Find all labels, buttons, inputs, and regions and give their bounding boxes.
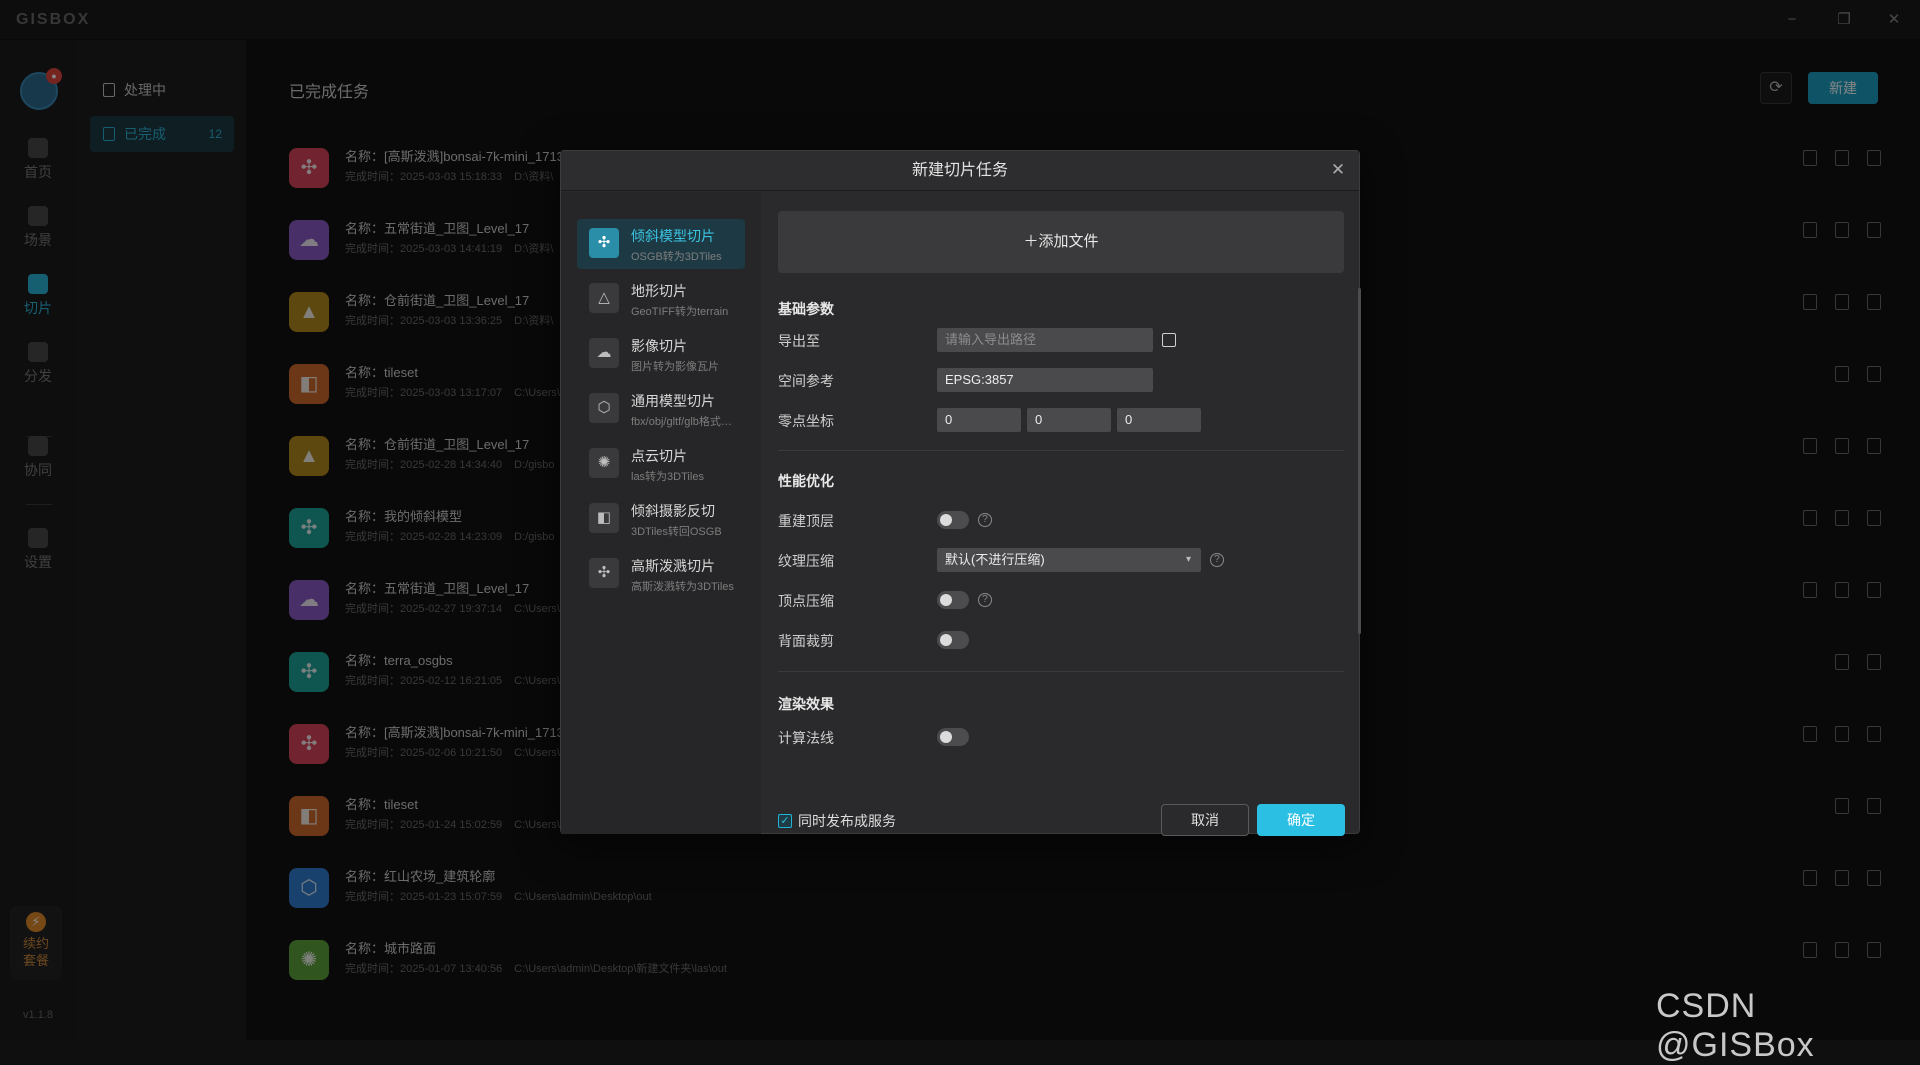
slice-type-desc: 3DTiles转回OSGB (631, 526, 722, 538)
section-render-title: 渲染效果 (778, 696, 834, 712)
dialog-form: ＋添加文件 基础参数 导出至 请输入导出路径 空间参考 EPSG:3857 零点… (761, 192, 1361, 836)
normals-toggle[interactable] (937, 728, 969, 746)
publish-checkbox[interactable]: ✓ (778, 814, 792, 828)
slice-type-name: 地形切片 (631, 283, 687, 299)
slice-type-desc: fbx/obj/gltf/glb格式转为3DTiles (631, 416, 741, 428)
origin-y-input[interactable]: 0 (1027, 408, 1111, 432)
slice-type-name: 影像切片 (631, 338, 687, 354)
srs-label: 空间参考 (778, 373, 834, 389)
origin-z-input[interactable]: 0 (1117, 408, 1201, 432)
section-divider (778, 450, 1344, 451)
help-icon[interactable]: ? (978, 513, 992, 527)
slice-type-desc: las转为3DTiles (631, 471, 704, 483)
slice-type-desc: OSGB转为3DTiles (631, 251, 722, 263)
close-icon[interactable]: ✕ (1327, 159, 1349, 181)
slice-type-item[interactable]: ✣ 倾斜模型切片 OSGB转为3DTiles (577, 219, 745, 269)
backface-label: 背面裁剪 (778, 633, 834, 649)
normals-label: 计算法线 (778, 730, 834, 746)
vertex-label: 顶点压缩 (778, 593, 834, 609)
slice-type-item[interactable]: ✣ 高斯泼溅切片高斯泼溅转为3DTiles (577, 549, 745, 599)
slice-type-icon: ✣ (589, 558, 619, 588)
help-icon[interactable]: ? (1210, 553, 1224, 567)
form-scrollbar[interactable] (1358, 288, 1361, 634)
dialog-title-text: 新建切片任务 (911, 162, 1008, 179)
vertex-toggle[interactable] (937, 591, 969, 609)
add-file-button[interactable]: ＋添加文件 (778, 211, 1344, 273)
export-path-input[interactable]: 请输入导出路径 (937, 328, 1153, 352)
slice-type-icon: ✺ (589, 448, 619, 478)
texture-label: 纹理压缩 (778, 553, 834, 569)
dialog-title: 新建切片任务 ✕ (561, 151, 1359, 191)
srs-input[interactable]: EPSG:3857 (937, 368, 1153, 392)
slice-type-icon: ✣ (589, 228, 619, 258)
slice-type-name: 倾斜摄影反切 (631, 503, 715, 519)
slice-type-item[interactable]: ✺ 点云切片 las转为3DTiles (577, 439, 745, 489)
slice-type-item[interactable]: ⬡ 通用模型切片 fbx/obj/gltf/glb格式转为3DTiles (577, 384, 745, 434)
slice-type-item[interactable]: ◧ 倾斜摄影反切 3DTiles转回OSGB (577, 494, 745, 544)
folder-icon[interactable] (1162, 333, 1176, 347)
slice-type-name: 倾斜模型切片 (631, 228, 715, 244)
rebuild-label: 重建顶层 (778, 513, 834, 529)
slice-type-list: ✣ 倾斜模型切片 OSGB转为3DTiles △ 地形切片 GeoTIFF转为terrai… (561, 192, 761, 834)
slice-type-desc: 图片转为影像瓦片 (631, 361, 719, 373)
app-window: GISBOX − ❐ ✕ ● 首页 场景 切片 分发 协同 设置 ⚡ 续约 套餐… (0, 0, 1920, 1064)
slice-type-name: 点云切片 (631, 448, 687, 464)
texture-select-value: 默认(不进行压缩) (945, 552, 1045, 567)
help-icon[interactable]: ? (978, 593, 992, 607)
texture-select[interactable]: 默认(不进行压缩) ▾ (937, 548, 1201, 572)
publish-label: 同时发布成服务 (798, 813, 896, 829)
export-label: 导出至 (778, 333, 820, 349)
origin-label: 零点坐标 (778, 413, 834, 429)
slice-type-icon: ☁ (589, 338, 619, 368)
section-perf-title: 性能优化 (778, 473, 834, 489)
watermark: CSDN @GISBox (1656, 987, 1815, 1064)
slice-type-desc: GeoTIFF转为terrain (631, 306, 729, 318)
section-divider (778, 671, 1344, 672)
section-basic-title: 基础参数 (778, 301, 834, 317)
chevron-down-icon: ▾ (1185, 554, 1191, 565)
new-slice-dialog: 新建切片任务 ✕ ✣ 倾斜模型切片 OSGB转为3DTiles △ 地形切片 GeoTIF… (560, 150, 1361, 836)
backface-toggle[interactable] (937, 631, 969, 649)
confirm-button[interactable]: 确定 (1257, 804, 1345, 836)
slice-type-name: 通用模型切片 (631, 393, 715, 409)
slice-type-icon: ◧ (589, 503, 619, 533)
rebuild-toggle[interactable] (937, 511, 969, 529)
origin-x-input[interactable]: 0 (937, 408, 1021, 432)
slice-type-item[interactable]: △ 地形切片 GeoTIFF转为terrain (577, 274, 745, 324)
slice-type-icon: △ (589, 283, 619, 313)
slice-type-desc: 高斯泼溅转为3DTiles (631, 581, 734, 593)
slice-type-name: 高斯泼溅切片 (631, 558, 715, 574)
slice-type-icon: ⬡ (589, 393, 619, 423)
cancel-button[interactable]: 取消 (1161, 804, 1249, 836)
slice-type-item[interactable]: ☁ 影像切片图片转为影像瓦片 (577, 329, 745, 379)
